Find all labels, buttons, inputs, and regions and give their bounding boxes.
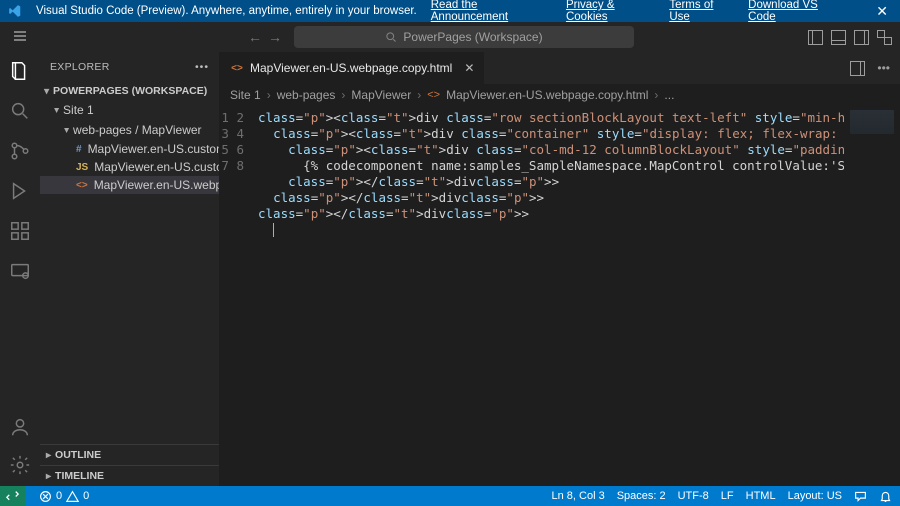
chevron-right-icon: ▸ bbox=[46, 450, 51, 461]
tree-folder[interactable]: ▸ web-pages / MapViewer bbox=[40, 120, 219, 140]
announcement-text: Visual Studio Code (Preview). Anywhere, … bbox=[36, 5, 417, 17]
tree-file[interactable]: JS MapViewer.en-US.customj... bbox=[40, 158, 219, 176]
breadcrumbs[interactable]: Site 1› web-pages› MapViewer› <> MapView… bbox=[220, 84, 900, 106]
sidebar-timeline[interactable]: ▸ TIMELINE bbox=[40, 465, 219, 486]
tree-file-label: MapViewer.en-US.webpag... bbox=[94, 178, 219, 192]
tree-folder-label: web-pages / MapViewer bbox=[73, 123, 202, 137]
vscode-logo-icon bbox=[8, 4, 22, 18]
nav-back-icon[interactable]: ← bbox=[248, 29, 262, 45]
sidebar-outline-label: OUTLINE bbox=[55, 449, 101, 461]
sidebar-section[interactable]: ▸ POWERPAGES (WORKSPACE) bbox=[40, 82, 219, 100]
line-gutter: 1 2 3 4 5 6 7 8 bbox=[220, 106, 254, 486]
status-spaces[interactable]: Spaces: 2 bbox=[617, 490, 666, 502]
command-center[interactable]: PowerPages (Workspace) bbox=[294, 26, 634, 48]
tree-file-label: MapViewer.en-US.customc... bbox=[88, 142, 219, 156]
css-file-icon: # bbox=[76, 144, 82, 155]
nav-forward-icon[interactable]: → bbox=[268, 29, 282, 45]
status-problems[interactable]: 0 0 bbox=[39, 490, 89, 503]
activity-account-icon[interactable] bbox=[9, 416, 31, 438]
status-remote-icon[interactable] bbox=[0, 486, 25, 506]
activity-scm-icon[interactable] bbox=[9, 140, 31, 162]
announcement-bar: Visual Studio Code (Preview). Anywhere, … bbox=[0, 0, 900, 22]
breadcrumb-item[interactable]: MapViewer.en-US.webpage.copy.html bbox=[446, 88, 648, 102]
status-errors: 0 bbox=[56, 490, 62, 502]
editor-more-icon[interactable]: ••• bbox=[877, 61, 890, 75]
sidebar-section-label: POWERPAGES (WORKSPACE) bbox=[53, 85, 207, 97]
status-bar: 0 0 Ln 8, Col 3 Spaces: 2 UTF-8 LF HTML … bbox=[0, 486, 900, 506]
layout-sidebar-left-icon[interactable] bbox=[808, 30, 823, 45]
minimap[interactable] bbox=[844, 106, 900, 486]
code-content[interactable]: class="p"><class="t">div class="row sect… bbox=[254, 106, 844, 486]
breadcrumb-item[interactable]: ... bbox=[664, 88, 674, 102]
chevron-down-icon: ▸ bbox=[41, 88, 52, 93]
link-download[interactable]: Download VS Code bbox=[748, 0, 844, 23]
sidebar: EXPLORER ••• ▸ POWERPAGES (WORKSPACE) ▸ … bbox=[40, 52, 220, 486]
tree-root-label: Site 1 bbox=[63, 103, 94, 117]
status-eol[interactable]: LF bbox=[721, 490, 734, 502]
sidebar-outline[interactable]: ▸ OUTLINE bbox=[40, 444, 219, 465]
tree-file[interactable]: <> MapViewer.en-US.webpag... bbox=[40, 176, 219, 194]
command-center-label: PowerPages (Workspace) bbox=[403, 30, 542, 44]
editor-tab[interactable]: <> MapViewer.en-US.webpage.copy.html ✕ bbox=[220, 52, 485, 84]
tree-root[interactable]: ▸ Site 1 bbox=[40, 100, 219, 120]
html-file-icon: <> bbox=[76, 180, 88, 191]
editor-body[interactable]: 1 2 3 4 5 6 7 8 class="p"><class="t">div… bbox=[220, 106, 900, 486]
activity-run-icon[interactable] bbox=[9, 180, 31, 202]
sidebar-title: EXPLORER bbox=[50, 61, 110, 73]
activity-search-icon[interactable] bbox=[9, 100, 31, 122]
tree-file[interactable]: # MapViewer.en-US.customc... bbox=[40, 140, 219, 158]
status-encoding[interactable]: UTF-8 bbox=[678, 490, 709, 502]
activity-bar bbox=[0, 52, 40, 486]
title-bar: ← → PowerPages (Workspace) bbox=[0, 22, 900, 52]
layout-panel-icon[interactable] bbox=[831, 30, 846, 45]
tab-close-icon[interactable]: ✕ bbox=[464, 61, 474, 75]
status-cursor[interactable]: Ln 8, Col 3 bbox=[551, 490, 604, 502]
status-warnings: 0 bbox=[83, 490, 89, 502]
tree-file-label: MapViewer.en-US.customj... bbox=[94, 160, 219, 174]
sidebar-timeline-label: TIMELINE bbox=[55, 470, 104, 482]
status-layout[interactable]: Layout: US bbox=[788, 490, 842, 502]
link-read-announcement[interactable]: Read the Announcement bbox=[431, 0, 552, 23]
editor-tab-label: MapViewer.en-US.webpage.copy.html bbox=[250, 61, 452, 75]
announcement-close-icon[interactable]: ✕ bbox=[872, 3, 892, 20]
status-bell-icon[interactable] bbox=[879, 490, 892, 503]
activity-remote-icon[interactable] bbox=[9, 260, 31, 282]
sidebar-more-icon[interactable]: ••• bbox=[195, 61, 209, 73]
html-file-icon: <> bbox=[427, 89, 440, 101]
activity-extensions-icon[interactable] bbox=[9, 220, 31, 242]
editor-tabs: <> MapViewer.en-US.webpage.copy.html ✕ •… bbox=[220, 52, 900, 84]
js-file-icon: JS bbox=[76, 162, 88, 173]
html-file-icon: <> bbox=[230, 63, 244, 74]
activity-settings-icon[interactable] bbox=[9, 454, 31, 476]
status-language[interactable]: HTML bbox=[746, 490, 776, 502]
chevron-down-icon: ▸ bbox=[51, 107, 62, 112]
breadcrumb-item[interactable]: MapViewer bbox=[351, 88, 411, 102]
status-feedback-icon[interactable] bbox=[854, 490, 867, 503]
chevron-right-icon: ▸ bbox=[46, 471, 51, 482]
breadcrumb-item[interactable]: Site 1 bbox=[230, 88, 261, 102]
breadcrumb-item[interactable]: web-pages bbox=[277, 88, 336, 102]
layout-sidebar-right-icon[interactable] bbox=[854, 30, 869, 45]
layout-customize-icon[interactable] bbox=[877, 30, 892, 45]
link-terms[interactable]: Terms of Use bbox=[669, 0, 734, 23]
menu-icon[interactable] bbox=[12, 28, 28, 47]
link-privacy[interactable]: Privacy & Cookies bbox=[566, 0, 655, 23]
split-editor-icon[interactable] bbox=[850, 61, 865, 76]
activity-explorer-icon[interactable] bbox=[9, 60, 31, 82]
chevron-down-icon: ▸ bbox=[61, 127, 72, 132]
